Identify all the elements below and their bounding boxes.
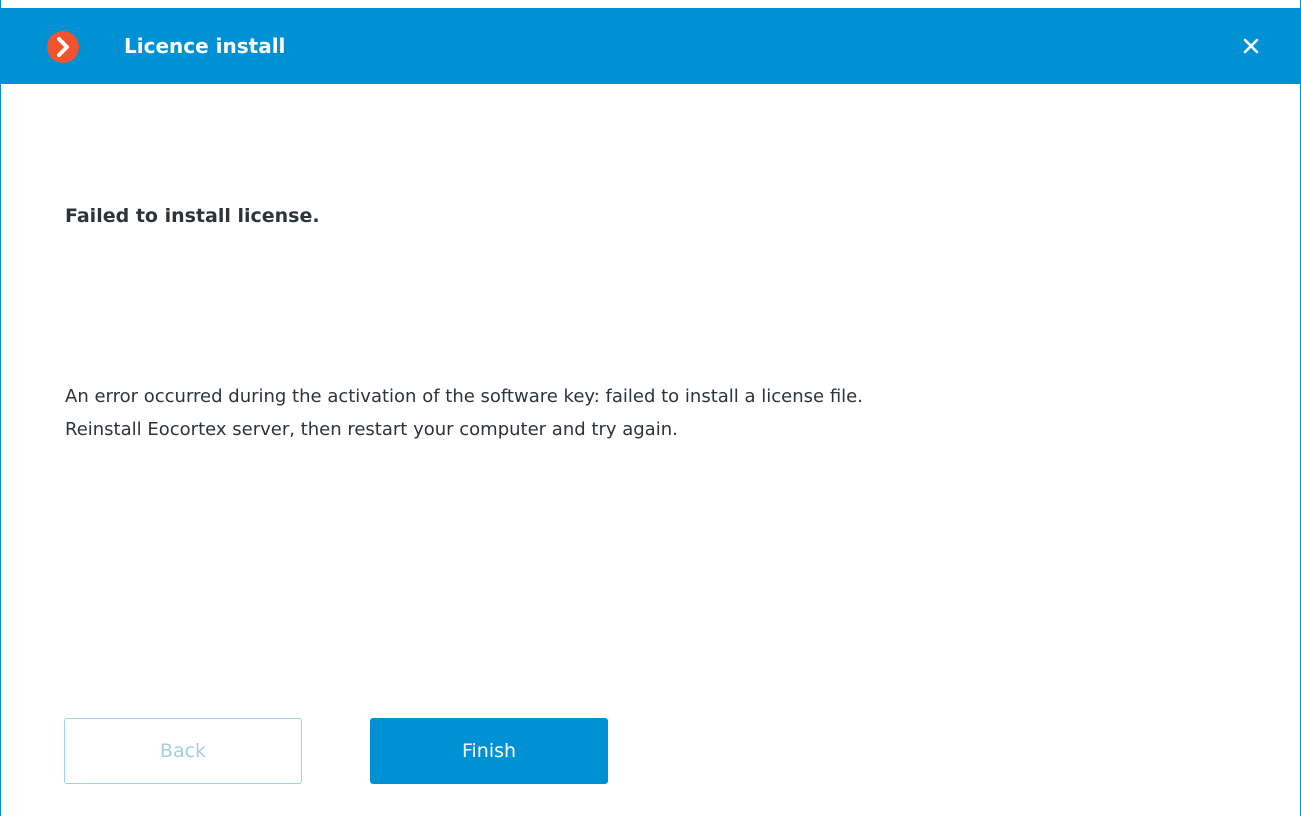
licence-install-dialog: Licence install Failed to install licens… [0,0,1301,816]
close-icon [1243,38,1259,54]
finish-button[interactable]: Finish [370,718,608,784]
dialog-title: Licence install [124,34,286,58]
chevron-right-icon [57,37,69,57]
error-message-line: Reinstall Eocortex server, then restart … [65,419,678,440]
title-bar: Licence install [1,8,1300,84]
app-logo-icon [47,31,79,63]
error-message: An error occurred during the activation … [65,380,1245,446]
back-button[interactable]: Back [64,718,302,784]
error-message-line: An error occurred during the activation … [65,386,863,407]
error-heading: Failed to install license. [65,205,320,227]
close-button[interactable] [1240,35,1262,57]
